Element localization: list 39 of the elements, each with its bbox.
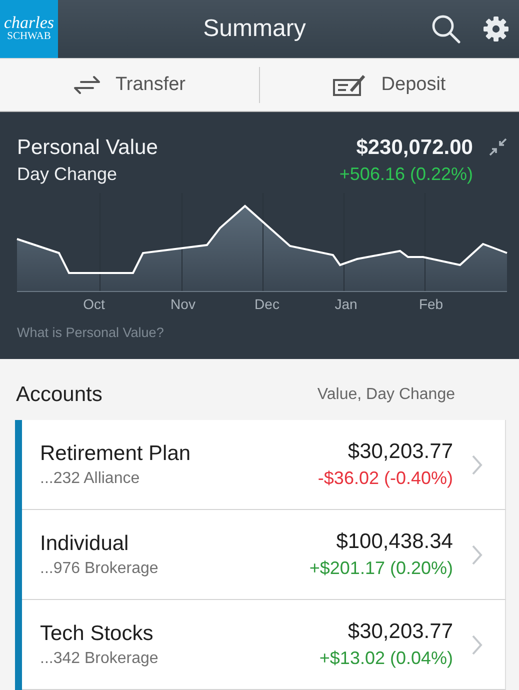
account-value: $30,203.77 (348, 440, 453, 464)
account-name: Retirement Plan (40, 442, 192, 466)
month-label: Feb (418, 296, 444, 312)
account-change: -$36.02 (-0.40%) (318, 468, 453, 489)
logo-wordmark-text: SCHWAB (7, 31, 51, 43)
day-change-amount: +506.16 (0.22%) (339, 163, 473, 186)
account-value: $30,203.77 (348, 620, 453, 644)
personal-value-amount: $230,072.00 (356, 135, 473, 161)
screen-title: Summary (202, 15, 307, 43)
account-number: ...976 Brokerage (40, 560, 160, 578)
month-label: Dec (254, 296, 280, 312)
account-name: Tech Stocks (40, 622, 154, 646)
check-pen-icon (333, 73, 368, 97)
personal-value-label: Personal Value (17, 135, 159, 161)
account-number: ...342 Brokerage (40, 650, 160, 668)
collapse-icon[interactable] (489, 138, 507, 156)
month-label: Oct (83, 296, 105, 312)
chevron-icon (471, 634, 483, 656)
search-icon[interactable] (431, 14, 461, 44)
account-row[interactable]: Tech Stocks ...342 Brokerage $30,203.77 +$13.02 (0.04%) (22, 600, 506, 690)
settings-icon[interactable] (483, 16, 509, 42)
account-name: Individual (40, 532, 130, 556)
section-title: Accounts (16, 383, 102, 407)
transfer-button[interactable]: Transfer (0, 59, 259, 111)
month-label: Nov (170, 296, 196, 312)
account-row[interactable]: Retirement Plan ...232 Alliance $30,203.77 -$36.02 (-0.40%) (22, 420, 506, 510)
account-change: +$13.02 (0.04%) (319, 648, 453, 669)
account-change: +$201.17 (0.20%) (309, 558, 453, 579)
swap-arrows-icon (73, 75, 102, 95)
month-label: Jan (334, 296, 358, 312)
account-value: $100,438.34 (336, 530, 453, 554)
logo-script-text: charles (4, 15, 54, 31)
day-change-label: Day Change (17, 163, 118, 186)
account-number: ...232 Alliance (40, 470, 141, 488)
chevron-icon (471, 544, 483, 566)
deposit-button[interactable]: Deposit (260, 59, 519, 111)
account-row[interactable]: Individual ...976 Brokerage $100,438.34 +$201.17 (0.20%) (22, 510, 506, 600)
chevron-icon (471, 454, 483, 476)
column-label: Value, Day Change (317, 386, 455, 404)
